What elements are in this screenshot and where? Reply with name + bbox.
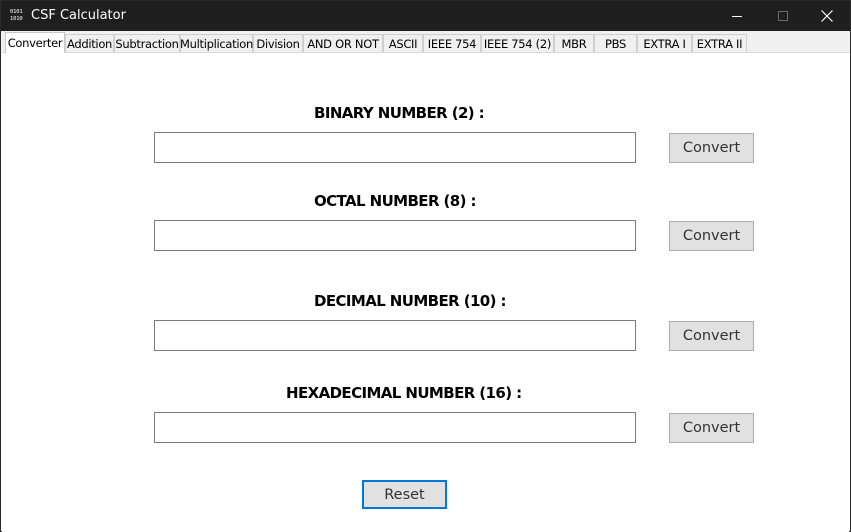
minimize-button[interactable] [714,1,760,31]
maximize-icon [777,10,788,21]
app-window: 0101 1010 CSF Calculator Converter Addit… [0,0,851,532]
window-title: CSF Calculator [31,8,126,23]
tab-ieee-754-2[interactable]: IEEE 754 (2) [481,34,554,52]
tab-pbs[interactable]: PBS [594,34,637,52]
tab-converter[interactable]: Converter [5,32,65,53]
binary-input[interactable] [154,132,636,163]
decimal-convert-button[interactable]: Convert [669,321,754,351]
decimal-label: DECIMAL NUMBER (10) : [314,292,507,310]
hexadecimal-input[interactable] [154,412,636,443]
octal-convert-button[interactable]: Convert [669,221,754,251]
binary-convert-button[interactable]: Convert [669,133,754,163]
close-button[interactable] [804,1,850,31]
tab-extra-ii[interactable]: EXTRA II [692,34,747,52]
hexadecimal-label: HEXADECIMAL NUMBER (16) : [286,384,522,402]
binary-label: BINARY NUMBER (2) : [314,104,485,122]
tab-addition[interactable]: Addition [65,34,114,52]
tab-mbr[interactable]: MBR [554,34,594,52]
octal-label: OCTAL NUMBER (8) : [314,192,477,210]
minimize-icon [731,15,742,17]
tab-strip: Converter Addition Subtraction Multiplic… [1,31,850,53]
octal-input[interactable] [154,220,636,251]
maximize-button[interactable] [760,1,806,31]
tab-ascii[interactable]: ASCII [383,34,423,52]
tab-ieee-754[interactable]: IEEE 754 [423,34,481,52]
tab-subtraction[interactable]: Subtraction [114,34,180,52]
close-icon [821,10,833,22]
calculator-app-icon: 0101 1010 [10,9,23,22]
title-bar[interactable]: 0101 1010 CSF Calculator [1,1,850,31]
hexadecimal-convert-button[interactable]: Convert [669,413,754,443]
tab-multiplication[interactable]: Multiplication [180,34,253,52]
reset-button[interactable]: Reset [362,480,447,509]
tab-division[interactable]: Division [253,34,303,52]
tab-and-or-not[interactable]: AND OR NOT [303,34,383,52]
tab-extra-i[interactable]: EXTRA I [637,34,692,52]
decimal-input[interactable] [154,320,636,351]
